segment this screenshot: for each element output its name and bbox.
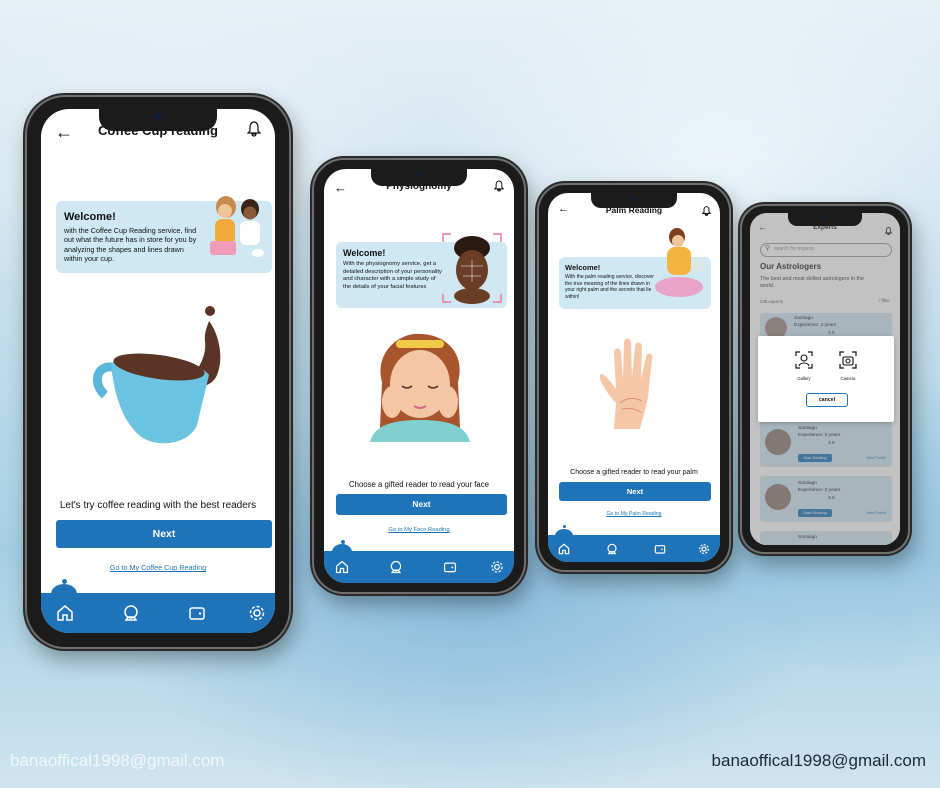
nav-home[interactable] — [324, 551, 360, 583]
bottom-nav — [324, 540, 514, 583]
welcome-card: Welcome! with the Coffee Cup Reading ser… — [56, 196, 272, 273]
face-scan-illustration — [442, 233, 502, 304]
palm-hand-illustration — [599, 338, 653, 429]
phone-coffee-cup-reading: ← Coffee Cup reading Welcome! with the C… — [25, 95, 291, 649]
home-icon — [57, 605, 73, 621]
prompt-text: Choose a gifted reader to read your palm — [570, 469, 698, 476]
settings-icon — [699, 543, 709, 554]
girls-illustration — [210, 196, 264, 257]
sitting-woman-illustration — [655, 228, 705, 297]
coffee-screen: ← Coffee Cup reading Welcome! with the C… — [41, 109, 275, 633]
gallery-label: Gallery — [797, 376, 811, 381]
bell-icon[interactable] — [493, 180, 505, 196]
next-button[interactable]: Next — [336, 494, 507, 515]
wallet-icon — [189, 607, 205, 620]
cancel-button[interactable]: cancel — [806, 393, 848, 407]
home-icon — [558, 543, 570, 554]
phone-physiognomy: ← Physiognomy Welcome! With the physiogn… — [312, 158, 526, 594]
crystal-ball-icon — [607, 543, 617, 554]
image-source-modal: Gallery Camera cancel — [758, 336, 894, 422]
welcome-card: Welcome! With the palm reading service, … — [559, 228, 711, 309]
home-icon — [335, 560, 349, 574]
welcome-text: With the palm reading service, discover … — [565, 274, 654, 300]
wallet-icon — [443, 562, 457, 573]
welcome-text: With the physiognomy service, get a deta… — [343, 261, 442, 290]
go-to-my-reading-link[interactable]: Go to My Coffee Cup Reading — [41, 563, 275, 572]
go-to-my-reading-link[interactable]: Go to My Face Reading — [324, 527, 514, 533]
bottom-nav — [41, 579, 275, 633]
welcome-text: with the Coffee Cup Reading service, fin… — [64, 226, 197, 264]
nav-crystal-ball[interactable] — [107, 593, 155, 633]
woman-face-illustration — [370, 333, 470, 442]
phone-experts: ← Experts ⚲ search for experts Our Astro… — [740, 204, 910, 554]
camera-option[interactable]: Camera — [836, 350, 860, 381]
welcome-card: Welcome! With the physiognomy service, g… — [336, 233, 507, 308]
next-button[interactable]: Next — [559, 482, 711, 501]
nav-crystal-ball[interactable] — [378, 551, 414, 583]
nav-crystal-ball[interactable] — [596, 535, 628, 562]
gallery-icon — [795, 351, 813, 369]
settings-icon — [249, 605, 265, 621]
nav-settings[interactable] — [480, 551, 514, 583]
watermark-email-right: banaoffical1998@gmail.com — [711, 751, 926, 770]
bell-icon[interactable] — [701, 204, 712, 220]
coffee-cup-illustration — [93, 306, 221, 444]
camera-label: Camera — [840, 376, 856, 381]
nav-settings[interactable] — [239, 593, 275, 633]
crystal-ball-icon — [390, 560, 402, 574]
gallery-option[interactable]: Gallery — [792, 350, 816, 381]
welcome-title: Welcome! — [565, 263, 601, 272]
crystal-ball-icon — [124, 605, 138, 621]
nav-settings[interactable] — [688, 535, 720, 562]
go-to-my-reading-link[interactable]: Go to My Palm Reading — [548, 511, 720, 517]
wallet-icon — [654, 544, 666, 554]
settings-icon — [491, 561, 503, 573]
camera-icon — [839, 351, 857, 369]
bottom-nav — [548, 525, 720, 562]
phone-palm-reading: ← Palm Reading Welcome! With the palm re… — [537, 183, 731, 572]
prompt-text: Let's try coffee reading with the best r… — [59, 500, 257, 511]
watermark-email-left: banaoffical1998@gmail.com — [10, 751, 225, 770]
prompt-text: Choose a gifted reader to read your face — [349, 480, 489, 489]
physiognomy-screen: ← Physiognomy Welcome! With the physiogn… — [324, 169, 514, 583]
welcome-title: Welcome! — [64, 211, 116, 223]
nav-home[interactable] — [41, 593, 89, 633]
nav-wallet[interactable] — [173, 593, 221, 633]
bell-icon[interactable] — [246, 121, 262, 141]
nav-wallet[interactable] — [432, 551, 468, 583]
nav-home[interactable] — [548, 535, 580, 562]
nav-wallet[interactable] — [644, 535, 676, 562]
palm-screen: ← Palm Reading Welcome! With the palm re… — [548, 193, 720, 562]
welcome-title: Welcome! — [343, 248, 386, 258]
experts-screen: ← Experts ⚲ search for experts Our Astro… — [750, 213, 900, 545]
next-button[interactable]: Next — [56, 520, 272, 548]
